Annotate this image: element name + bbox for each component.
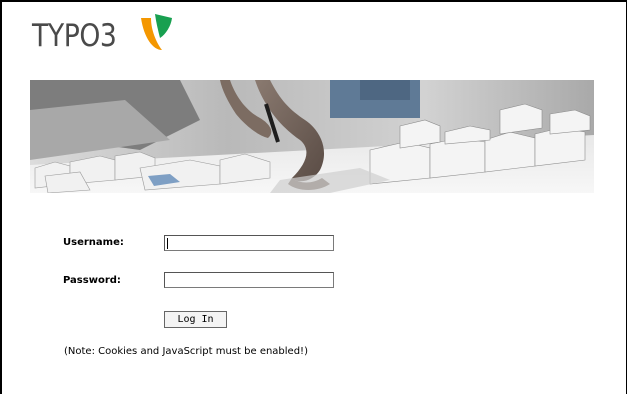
- login-window: TYPO3 Username: Password: Log In (Note: …: [0, 0, 627, 394]
- typo3-logo: TYPO3: [32, 14, 172, 56]
- username-input[interactable]: [164, 235, 334, 251]
- banner-photo: [30, 80, 594, 193]
- cookie-note: (Note: Cookies and JavaScript must be en…: [64, 346, 308, 357]
- typo3-logo-icon: [141, 14, 172, 50]
- password-label: Password:: [63, 275, 121, 286]
- password-input[interactable]: [164, 272, 334, 288]
- logo-text: TYPO3: [32, 17, 117, 54]
- login-button[interactable]: Log In: [164, 311, 227, 328]
- username-label: Username:: [63, 237, 124, 248]
- banner-image: [30, 80, 594, 193]
- text-caret: [167, 238, 168, 249]
